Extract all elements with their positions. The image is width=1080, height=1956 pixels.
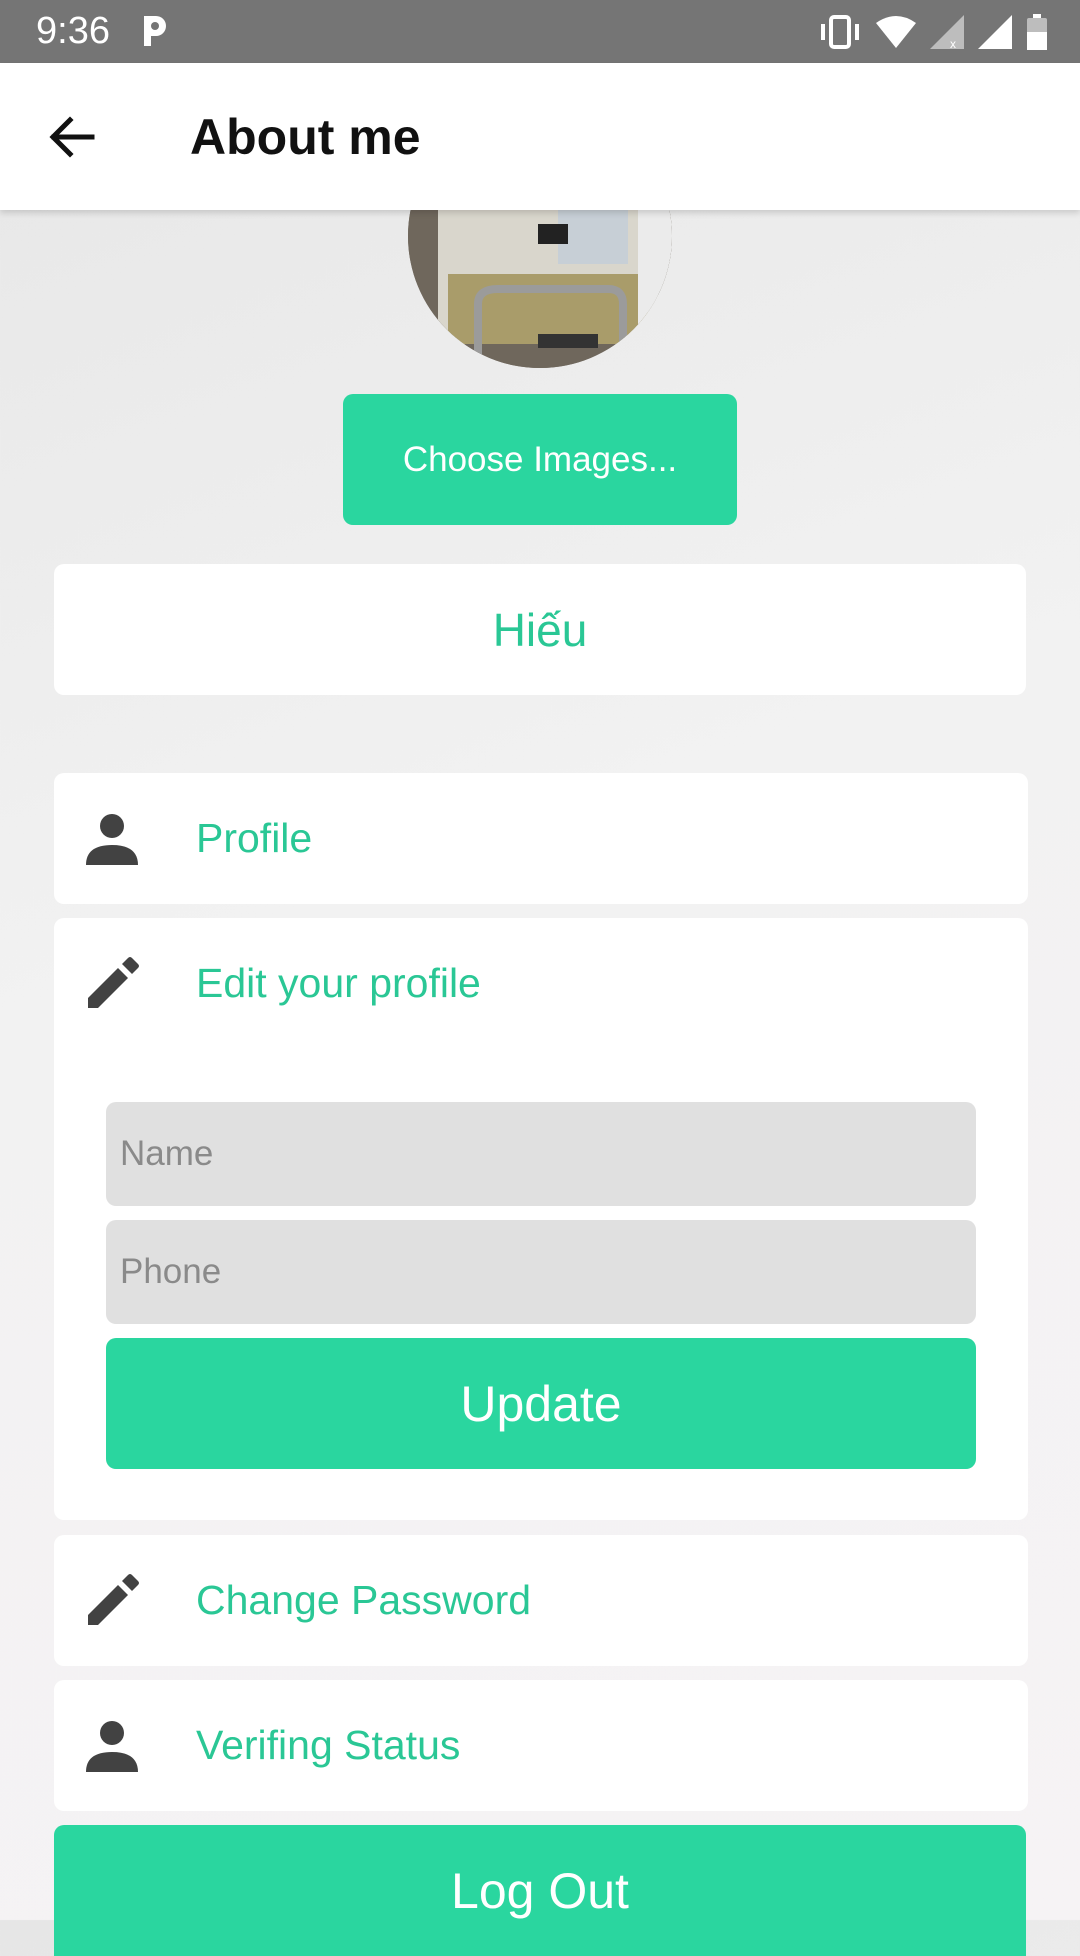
update-button[interactable]: Update [106,1338,976,1469]
name-input[interactable] [106,1102,976,1206]
status-bar: 9:36 x [0,0,1080,63]
signal-icon [978,15,1012,54]
page-title: About me [190,109,421,165]
person-icon [84,1718,140,1774]
profile-item[interactable]: Profile [54,773,1028,904]
p-app-icon [140,14,170,53]
logout-button[interactable]: Log Out [54,1825,1026,1956]
svg-text:x: x [950,37,956,49]
app-bar: About me [0,63,1080,210]
pencil-icon [84,956,140,1012]
choose-images-button[interactable]: Choose Images... [343,394,737,525]
edit-profile-card: Edit your profile Update [54,918,1028,1520]
verifing-status-item[interactable]: Verifing Status [54,1680,1028,1811]
signal-off-icon: x [930,15,964,54]
edit-profile-label: Edit your profile [196,960,481,1006]
battery-icon [1026,14,1048,55]
verifing-status-label: Verifing Status [196,1722,461,1768]
change-password-label: Change Password [196,1577,532,1623]
profile-label: Profile [196,815,313,861]
phone-input[interactable] [106,1220,976,1324]
vibrate-icon [818,15,862,54]
wifi-icon [876,15,916,54]
status-time: 9:36 [36,10,110,52]
edit-profile-item[interactable]: Edit your profile [54,918,1028,1049]
arrow-back-icon[interactable] [44,109,100,165]
pencil-icon [84,1573,140,1629]
user-name: Hiếu [54,564,1026,695]
person-icon [84,811,140,867]
change-password-item[interactable]: Change Password [54,1535,1028,1666]
